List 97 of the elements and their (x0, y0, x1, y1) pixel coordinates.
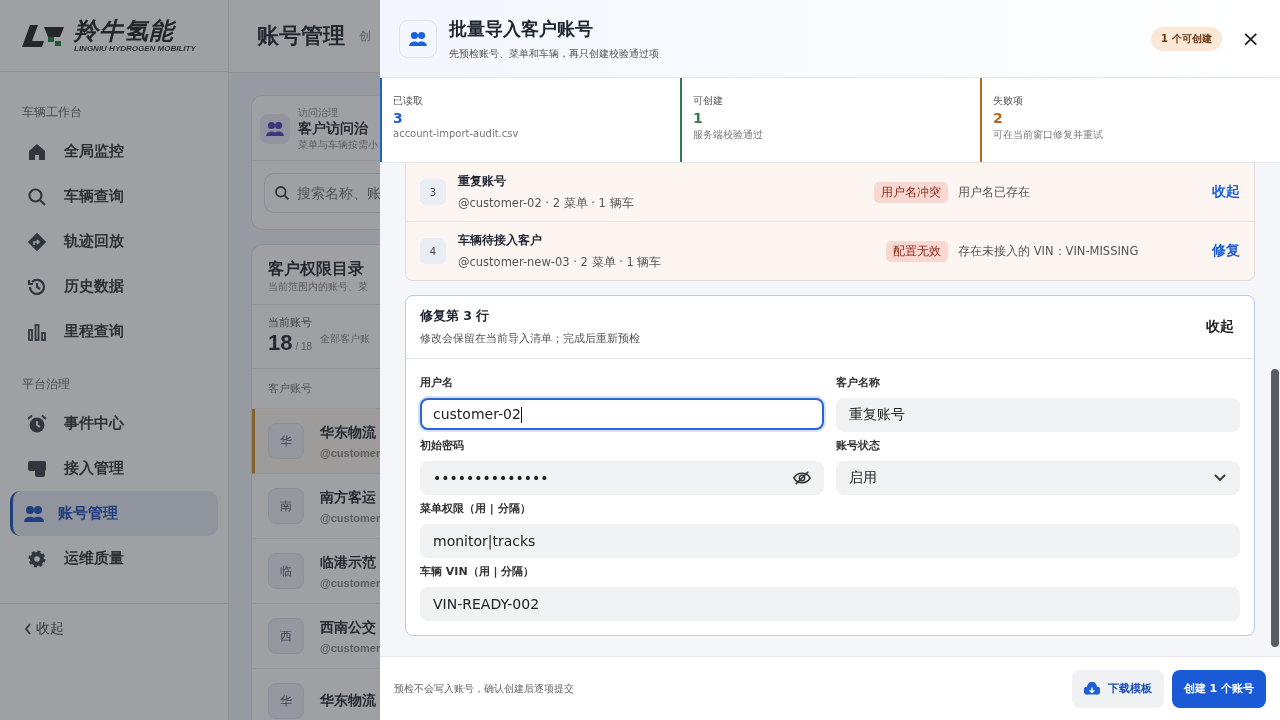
account-handle: @customer (320, 446, 381, 459)
brand-tagline: LINGNIU HYDROGEN MOBILITY (74, 44, 196, 53)
chevron-left-icon (24, 623, 32, 635)
field-label: 账号状态 (836, 438, 881, 453)
row-index: 4 (420, 238, 446, 264)
close-button[interactable]: × (1233, 27, 1260, 50)
page-subtitle: 创 (359, 27, 371, 45)
nav-item[interactable]: 全局监控 (10, 129, 218, 174)
stat-note: 可在当前窗口修复并重试 (993, 128, 1104, 142)
account-name: 西南公交 (320, 618, 377, 637)
nav-item[interactable]: 运维质量 (10, 536, 218, 581)
gear-icon (27, 548, 47, 569)
account-row[interactable]: 华 华东物流 @customer (252, 409, 381, 474)
card-title: 客户访问治 (298, 120, 369, 138)
page-title: 账号管理 (257, 22, 345, 50)
avatar: 华 (268, 423, 304, 459)
alarm-icon (27, 413, 47, 434)
stat-label: 已读取 (393, 94, 424, 108)
row-action-button[interactable]: 修复 (1212, 242, 1240, 260)
bars-icon (27, 321, 47, 342)
input-field[interactable]: 重复账号 (836, 398, 1240, 432)
stat-value: 3 (393, 110, 404, 126)
avatar: 西 (268, 618, 304, 654)
collapse-link[interactable]: 收起 (24, 620, 64, 638)
account-name: 华东物流 (320, 692, 376, 710)
account-total: / 18 (295, 341, 313, 352)
avatar: 临 (268, 553, 304, 589)
field-label: 客户名称 (836, 375, 881, 390)
panel-description: 修改会保留在当前导入清单；完成后重新预检 (420, 331, 641, 346)
nav-group-title: 平台治理 (21, 376, 71, 393)
stat-value: 2 (993, 110, 1004, 126)
status-badge: 1 个可创建 (1151, 26, 1222, 51)
error-reason: 存在未接入的 VIN：VIN-MISSING (958, 243, 1140, 259)
account-handle: @customer (320, 641, 381, 654)
search-field[interactable]: 搜索名称、账 (264, 173, 381, 213)
account-name: 南方客运 (320, 488, 377, 507)
nav-item[interactable]: 账号管理 (10, 491, 218, 536)
nav-item[interactable]: 历史数据 (10, 264, 218, 309)
panel-title: 修复第 3 行 (420, 308, 491, 325)
search-icon (274, 185, 290, 201)
field-label: 车辆 VIN（用 | 分隔） (420, 564, 536, 579)
status-select[interactable]: 启用 (836, 461, 1240, 495)
users-icon (24, 503, 44, 524)
field-label: 用户名 (420, 375, 454, 390)
password-field[interactable]: •••••••••••••• (420, 461, 824, 495)
account-count: 18 (268, 330, 293, 355)
nav-group-title: 车辆工作台 (21, 104, 83, 121)
history-icon (27, 276, 47, 297)
stat-note: account-import-audit.csv (393, 128, 520, 139)
device-icon (27, 458, 47, 479)
cloud-download-icon (1083, 681, 1100, 696)
eye-off-icon (793, 470, 811, 486)
users-icon (260, 114, 290, 144)
nav-item[interactable]: 里程查询 (10, 309, 218, 354)
nav-item[interactable]: 事件中心 (10, 401, 218, 446)
account-name: 华东物流 (320, 423, 377, 442)
field-label: 菜单权限（用 | 分隔） (420, 501, 532, 516)
account-handle: @customer (320, 511, 381, 524)
row-action-button[interactable]: 收起 (1212, 183, 1240, 201)
download-button[interactable]: 下载模板 (1071, 669, 1164, 708)
avatar: 南 (268, 488, 304, 524)
brand-name: 羚牛氢能 (74, 18, 177, 44)
collapse-button[interactable]: 收起 (1200, 317, 1240, 337)
field-label: 初始密码 (420, 438, 465, 453)
footer-note: 预检不会写入账号，确认创建后逐项提交 (394, 681, 575, 696)
chevron-down-icon (1213, 473, 1227, 483)
create-button[interactable]: 创建 1 个账号 (1171, 669, 1266, 708)
row-index: 3 (420, 179, 446, 205)
stat-value: 1 (693, 110, 704, 126)
row-name: 重复账号 (458, 173, 507, 190)
row-name: 车辆待接入客户 (458, 232, 543, 249)
card-title: 客户权限目录 (268, 259, 365, 279)
count-label: 当前账号 (268, 315, 313, 330)
avatar: 华 (268, 683, 304, 719)
input-field[interactable]: VIN-READY-002 (420, 587, 1240, 621)
drawer-subtitle: 先预检账号、菜单和车辆，再只创建校验通过项 (449, 46, 660, 61)
stat-label: 可创建 (693, 94, 724, 108)
row-meta: @customer-02 · 2 菜单 · 1 辆车 (458, 196, 635, 211)
nav-item[interactable]: 轨迹回放 (10, 219, 218, 264)
card-eyebrow: 访问治理 (298, 106, 339, 120)
home-icon (27, 141, 47, 162)
users-icon (399, 19, 437, 58)
account-handle: @customer (320, 576, 381, 589)
stat-label: 失败项 (993, 94, 1024, 108)
stat-note: 服务端校验通过 (693, 128, 764, 142)
input-field[interactable]: monitor|tracks (420, 524, 1240, 558)
row-meta: @customer-new-03 · 2 菜单 · 1 辆车 (458, 255, 663, 270)
scrollbar-thumb[interactable] (1271, 369, 1279, 647)
nav-item[interactable]: 车辆查询 (10, 174, 218, 219)
error-tag: 配置无效 (886, 240, 948, 262)
error-reason: 用户名已存在 (958, 184, 1031, 200)
account-name: 临港示范 (320, 553, 377, 572)
search-icon (27, 186, 47, 207)
drawer-title: 批量导入客户账号 (449, 16, 594, 41)
input-field[interactable]: customer-02 (420, 398, 824, 430)
error-tag: 用户名冲突 (874, 181, 948, 203)
nav-item[interactable]: 接入管理 (10, 446, 218, 491)
